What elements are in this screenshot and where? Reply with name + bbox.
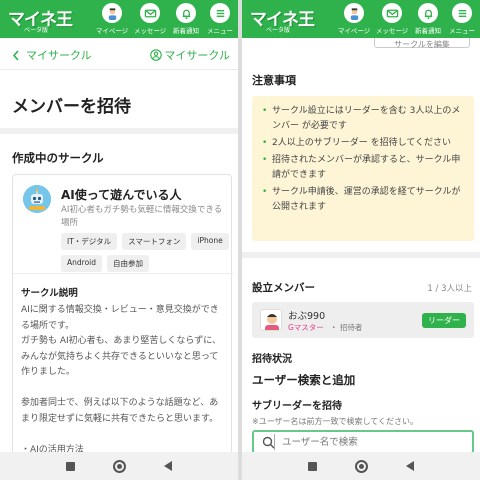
back-icon[interactable] (164, 461, 172, 471)
explain-paragraph: ガチ勢も AI初心者も、あまり堅苦しくならずに、みんなが気持ちよく共存できるとい… (21, 336, 221, 377)
notice-item: 2人以上のサブリーダー を招待してください (262, 136, 464, 151)
member-status-text: 招待者 (339, 323, 363, 332)
bell-icon (176, 3, 196, 23)
back-link-label: マイサークル (26, 49, 92, 62)
explain-paragraph (21, 427, 227, 443)
avatar-icon (102, 3, 122, 23)
nav-label: メッセージ (133, 27, 167, 35)
nav-label: メッセージ (375, 27, 409, 35)
nav-mypage[interactable]: マイページ (92, 3, 132, 35)
mail-icon (140, 3, 160, 23)
circle-description: AI初心者もガチ勢も気軽に情報交換できる場所 (61, 205, 223, 228)
app-header: マイネ王 ベータ版 マイページ メッセージ 新着通知 メニュー (242, 0, 480, 38)
notice-box: サークル設立にはリーダーを含む 3人以上のメンバー が必要です 2人以上のサブリ… (252, 96, 474, 241)
notice-item: サークル申請後、運営の承認を経てサークルが公開されます (262, 185, 464, 215)
user-search-input[interactable] (282, 434, 467, 450)
explain-paragraph (21, 381, 227, 397)
search-note: ※ユーザー名は前方一致で検索してください。 (252, 417, 419, 426)
bell-icon (418, 3, 438, 23)
tag[interactable]: 自由参加 (107, 255, 149, 272)
circle-tags: IT・デジタル スマートフォン iPhone Android 自由参加 (61, 233, 231, 272)
recents-icon[interactable] (308, 461, 317, 471)
tag[interactable]: スマートフォン (122, 233, 187, 250)
card-divider (13, 273, 233, 274)
recents-icon[interactable] (66, 461, 75, 471)
avatar-icon (344, 3, 364, 23)
menu-icon (452, 3, 472, 23)
app-header: マイネ王 ベータ版 マイページ メッセージ 新着通知 メニュー (0, 0, 238, 38)
circle-avatar (23, 185, 51, 213)
my-circle-link-label: マイサークル (164, 49, 230, 62)
logo-subtitle: ベータ版 (266, 27, 291, 34)
left-pane: マイネ王 ベータ版 マイページ メッセージ 新着通知 メニュー マイサークル マ… (0, 0, 238, 480)
chevron-left-icon (12, 49, 19, 61)
section-divider (242, 252, 480, 258)
sub-navigation: マイサークル マイサークル (0, 38, 238, 70)
nav-message[interactable]: メッセージ (130, 3, 170, 35)
leader-badge: リーダー (422, 313, 466, 328)
user-search-field[interactable] (252, 430, 474, 454)
section-title: 作成中のサークル (12, 151, 104, 165)
circle-card: AI使って遊んでいる人 AI初心者もガチ勢も気軽に情報交換できる場所 IT・デジ… (12, 174, 233, 474)
circle-explain-heading: サークル説明 (21, 288, 78, 299)
menu-icon (210, 3, 230, 23)
tag[interactable]: iPhone (191, 233, 229, 250)
circle-name[interactable]: AI使って遊んでいる人 (61, 186, 182, 203)
section-divider (0, 128, 238, 134)
member-row[interactable]: おぶ990 Gマスター ・ 招待者 リーダー (252, 302, 474, 338)
back-icon[interactable] (406, 461, 414, 471)
member-avatar (260, 309, 282, 331)
explain-paragraph: AIに関する情報交換・レビュー・意見交換ができる場所です。 (21, 305, 219, 331)
right-pane: サークルを編集 マイネ王 ベータ版 マイページ メッセージ 新着通知 メニュー … (242, 0, 480, 480)
invite-status-title: 招待状況 (252, 354, 292, 365)
home-icon[interactable] (355, 459, 368, 473)
subleader-title: サブリーダーを招待 (252, 401, 342, 412)
notice-item: 招待されたメンバーが承認すると、サークル申請ができます (262, 153, 464, 183)
explain-paragraph: 参加者同士で、例えば以下のような話題など、あまり限定せずに気軽に共有できたらと思… (21, 398, 219, 424)
nav-mypage[interactable]: マイページ (334, 3, 374, 35)
nav-label: メニュー (207, 27, 233, 35)
user-search-title: ユーザー検索と追加 (252, 373, 356, 387)
members-title: 設立メンバー (252, 282, 315, 294)
tag[interactable]: IT・デジタル (61, 233, 118, 250)
member-rank: Gマスター (288, 323, 324, 332)
nav-menu[interactable]: メニュー (200, 3, 238, 35)
mail-icon (382, 3, 402, 23)
nav-menu[interactable]: メニュー (442, 3, 480, 35)
system-nav-bar (0, 452, 238, 480)
nav-message[interactable]: メッセージ (372, 3, 412, 35)
logo-subtitle: ベータ版 (24, 27, 49, 34)
member-name[interactable]: おぶ990 (288, 308, 325, 322)
edit-circle-label: サークルを編集 (394, 40, 450, 49)
back-link[interactable]: マイサークル (12, 47, 92, 63)
member-status: ・ 招待者 (330, 323, 363, 332)
home-icon[interactable] (113, 459, 126, 473)
user-circle-icon (150, 49, 163, 61)
screen: マイネ王 ベータ版 マイページ メッセージ 新着通知 メニュー マイサークル マ… (0, 0, 480, 480)
members-count: 1 / 3人以上 (427, 284, 472, 294)
nav-label: マイページ (337, 27, 371, 35)
my-circle-link[interactable]: マイサークル (150, 47, 230, 63)
nav-label: マイページ (95, 27, 129, 35)
notice-title: 注意事項 (252, 74, 296, 87)
circle-explain-body: AIに関する情報交換・レビュー・意見交換ができる場所です。 ガチ勢も AI初心者… (21, 303, 227, 458)
system-nav-bar (242, 452, 480, 480)
tag[interactable]: Android (61, 255, 102, 272)
page-title: メンバーを招待 (12, 97, 131, 117)
nav-label: メニュー (449, 27, 475, 35)
notice-item: サークル設立にはリーダーを含む 3人以上のメンバー が必要です (262, 104, 464, 134)
text-cursor (274, 434, 275, 450)
